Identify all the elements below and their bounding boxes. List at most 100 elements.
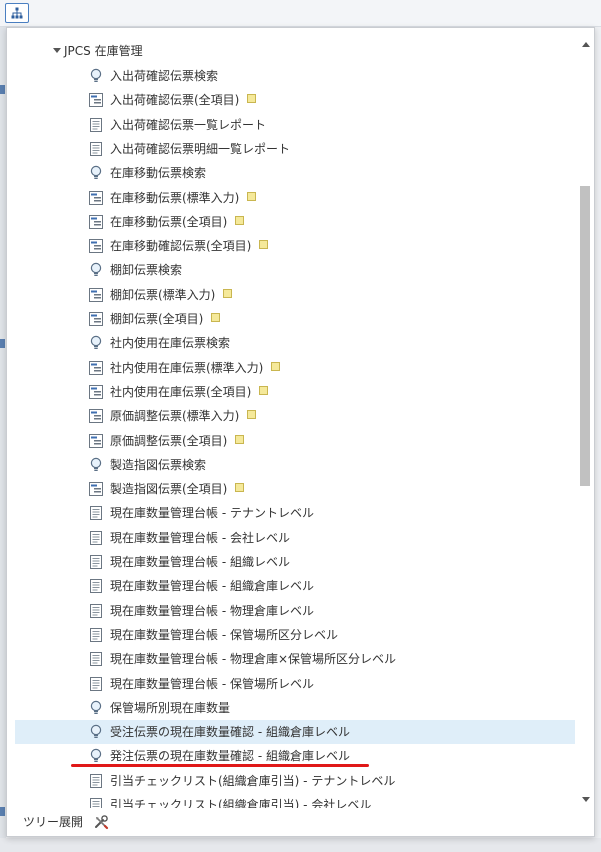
tree-item-label: 現在庫数量管理台帳 - 組織倉庫レベル [110, 579, 314, 594]
tree-item[interactable]: 現在庫数量管理台帳 - 物理倉庫×保管場所区分レベル [15, 647, 575, 671]
tree-item-label: 現在庫数量管理台帳 - 保管場所区分レベル [110, 627, 338, 642]
lightbulb-icon [88, 68, 104, 84]
tree-item-label: 現在庫数量管理台帳 - 組織レベル [110, 555, 290, 569]
background-app-bottom [0, 838, 601, 852]
tree-item[interactable]: 社内使用在庫伝票(標準入力) [15, 356, 575, 380]
note-icon [235, 215, 245, 225]
tree-item[interactable]: 現在庫数量管理台帳 - 会社レベル [15, 526, 575, 550]
caret-down-icon[interactable] [53, 48, 61, 53]
report-icon [88, 578, 104, 594]
tree-item-label: 現在庫数量管理台帳 - 物理倉庫レベル [110, 603, 314, 618]
tree-item[interactable]: 在庫移動伝票(標準入力) [15, 186, 575, 210]
note-icon [247, 94, 257, 104]
tree-item-label: 引当チェックリスト(組織倉庫引当) - テナントレベル [110, 773, 396, 788]
form-icon [88, 214, 104, 230]
tools-icon[interactable] [93, 814, 109, 830]
report-icon [88, 627, 104, 643]
tree-item[interactable]: 棚卸伝票検索 [15, 258, 575, 282]
tree-item-label: 入出荷確認伝票(全項目) [110, 88, 257, 112]
form-icon [88, 190, 104, 206]
vertical-scrollbar[interactable] [579, 36, 593, 808]
tree-item[interactable]: 入出荷確認伝票明細一覧レポート [15, 137, 575, 161]
report-icon [88, 505, 104, 521]
tree-item-label: 棚卸伝票(全項目) [110, 307, 221, 331]
form-icon [88, 92, 104, 108]
tree-item[interactable]: 現在庫数量管理台帳 - 物理倉庫レベル [15, 599, 575, 623]
form-icon [88, 360, 104, 376]
form-icon [88, 408, 104, 424]
note-icon [271, 361, 281, 371]
note-icon [247, 191, 257, 201]
tree-item[interactable]: 現在庫数量管理台帳 - 組織レベル [15, 550, 575, 574]
tree-item[interactable]: 棚卸伝票(標準入力) [15, 283, 575, 307]
tree-item[interactable]: 現在庫数量管理台帳 - 組織倉庫レベル [15, 574, 575, 598]
top-toolbar [0, 0, 601, 27]
tree-item-label: 現在庫数量管理台帳 - テナントレベル [110, 506, 314, 521]
tree-item[interactable]: 社内使用在庫伝票検索 [15, 331, 575, 355]
tree-item-label: 製造指図伝票検索 [110, 457, 207, 472]
report-icon [88, 530, 104, 546]
tree-item-label: 在庫移動伝票検索 [110, 166, 207, 181]
tree-item[interactable]: 在庫移動伝票(全項目) [15, 210, 575, 234]
tree-item[interactable]: 入出荷確認伝票(全項目) [15, 88, 575, 112]
form-icon [88, 287, 104, 303]
tree-item-label: 棚卸伝票検索 [110, 263, 183, 278]
tree-item[interactable]: 原価調整伝票(標準入力) [15, 404, 575, 428]
note-icon [223, 288, 233, 298]
tree-item[interactable]: 在庫移動伝票検索 [15, 161, 575, 185]
tree-expand-link[interactable]: ツリー展開 [23, 814, 83, 830]
tree-item-label: 現在庫数量管理台帳 - 会社レベル [110, 530, 290, 545]
tree-item[interactable]: 製造指図伝票検索 [15, 453, 575, 477]
form-icon [88, 311, 104, 327]
tree-item-label: 原価調整伝票(標準入力) [110, 404, 257, 428]
report-icon [88, 651, 104, 667]
report-icon [88, 773, 104, 789]
form-icon [88, 238, 104, 254]
popup-footer: ツリー展開 [7, 808, 594, 836]
form-icon [88, 481, 104, 497]
tree-view: JPCS 在庫管理 入出荷確認伝票検索入出荷確認伝票(全項目) 入出荷確認伝票一覧… [7, 36, 579, 808]
tree-item[interactable]: 棚卸伝票(全項目) [15, 307, 575, 331]
tree-item-label: 社内使用在庫伝票検索 [110, 336, 231, 351]
tree-item-label: 社内使用在庫伝票(全項目) [110, 380, 269, 404]
tree-root-node[interactable]: JPCS 在庫管理 [53, 40, 143, 62]
tree-item[interactable]: 原価調整伝票(全項目) [15, 429, 575, 453]
sitemap-button[interactable] [5, 3, 29, 23]
tree-item-label: 現在庫数量管理台帳 - 物理倉庫×保管場所区分レベル [110, 652, 397, 667]
tree-item-label: 現在庫数量管理台帳 - 保管場所レベル [110, 676, 314, 691]
sitemap-icon [11, 7, 23, 19]
tree-item[interactable]: 製造指図伝票(全項目) [15, 477, 575, 501]
tree-item-label: 入出荷確認伝票検索 [110, 69, 219, 83]
tree-item[interactable]: 社内使用在庫伝票(全項目) [15, 380, 575, 404]
form-icon [88, 433, 104, 449]
scroll-down-arrow-icon[interactable] [582, 797, 590, 802]
tree-item[interactable]: 引当チェックリスト(組織倉庫引当) - 会社レベル [15, 793, 575, 808]
report-icon [88, 797, 104, 808]
tree-item[interactable]: 入出荷確認伝票検索 [15, 64, 575, 88]
tree-item-label: 棚卸伝票(標準入力) [110, 283, 233, 307]
note-icon [235, 483, 245, 493]
tree-item[interactable]: 保管場所別現在庫数量 [15, 696, 575, 720]
lightbulb-icon [88, 700, 104, 716]
scroll-up-arrow-icon[interactable] [582, 42, 590, 47]
note-icon [259, 385, 269, 395]
tree-item[interactable]: 現在庫数量管理台帳 - 保管場所レベル [15, 672, 575, 696]
tree-item-label: 在庫移動確認伝票(全項目) [110, 234, 269, 258]
tree-item-label: 製造指図伝票(全項目) [110, 477, 245, 501]
tree-item-label: 原価調整伝票(全項目) [110, 429, 245, 453]
tree-item[interactable]: 受注伝票の現在庫数量確認 - 組織倉庫レベル [15, 720, 575, 745]
note-icon [247, 410, 257, 420]
tree-item[interactable]: 入出荷確認伝票一覧レポート [15, 113, 575, 137]
tree-item[interactable]: 現在庫数量管理台帳 - テナントレベル [15, 501, 575, 525]
tree-item[interactable]: 在庫移動確認伝票(全項目) [15, 234, 575, 258]
tree-item-label: 在庫移動伝票(全項目) [110, 210, 245, 234]
tree-root-label: JPCS 在庫管理 [64, 44, 143, 58]
tree-item-label: 入出荷確認伝票一覧レポート [110, 117, 267, 132]
lightbulb-icon [88, 724, 104, 740]
note-icon [211, 313, 221, 322]
report-icon [88, 117, 104, 133]
scrollbar-thumb[interactable] [580, 186, 590, 486]
tree-item[interactable]: 現在庫数量管理台帳 - 保管場所区分レベル [15, 623, 575, 647]
report-icon [88, 603, 104, 619]
tree-item[interactable]: 引当チェックリスト(組織倉庫引当) - テナントレベル [15, 769, 575, 793]
